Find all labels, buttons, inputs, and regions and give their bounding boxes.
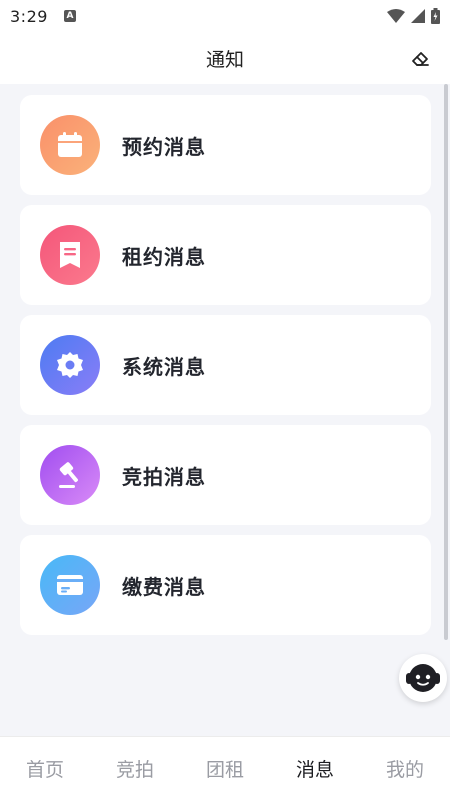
wifi-icon	[387, 9, 405, 23]
signal-icon	[411, 9, 425, 23]
status-icons	[387, 8, 440, 24]
battery-icon	[431, 8, 440, 24]
notification-label: 预约消息	[122, 134, 206, 159]
notification-item-yuyue[interactable]: 预约消息	[20, 95, 431, 195]
notification-label: 租约消息	[122, 244, 206, 269]
eraser-icon[interactable]	[408, 46, 432, 70]
bottom-tab-bar: 首页 竞拍 团租 消息 我的	[0, 736, 450, 800]
tab-home[interactable]: 首页	[0, 737, 90, 800]
notification-label: 缴费消息	[122, 574, 206, 599]
status-time: 3:29	[10, 6, 48, 26]
tab-auction[interactable]: 竞拍	[90, 737, 180, 800]
page-title: 通知	[205, 48, 244, 71]
page-header: 通知	[0, 32, 450, 84]
card-icon	[40, 555, 100, 615]
notification-item-jingpai[interactable]: 竞拍消息	[20, 425, 431, 525]
status-bar: 3:29 A	[0, 0, 450, 32]
scrollbar[interactable]	[444, 84, 448, 640]
notification-item-jiaofei[interactable]: 缴费消息	[20, 535, 431, 635]
notification-label: 竞拍消息	[122, 464, 206, 489]
gear-icon	[40, 335, 100, 395]
a-badge-icon: A	[63, 10, 76, 22]
notification-item-zuyue[interactable]: 租约消息	[20, 205, 431, 305]
calendar-icon	[40, 115, 100, 175]
tab-messages[interactable]: 消息	[270, 737, 360, 800]
customer-service-button[interactable]	[399, 654, 447, 702]
gavel-icon	[40, 445, 100, 505]
notification-item-xitong[interactable]: 系统消息	[20, 315, 431, 415]
customer-service-icon	[406, 664, 440, 692]
notification-label: 系统消息	[122, 354, 206, 379]
tab-mine[interactable]: 我的	[360, 737, 450, 800]
notification-list: 预约消息 租约消息 系统消息 竞拍消息 缴费消息	[0, 84, 450, 736]
tab-group-rent[interactable]: 团租	[180, 737, 270, 800]
document-icon	[40, 225, 100, 285]
